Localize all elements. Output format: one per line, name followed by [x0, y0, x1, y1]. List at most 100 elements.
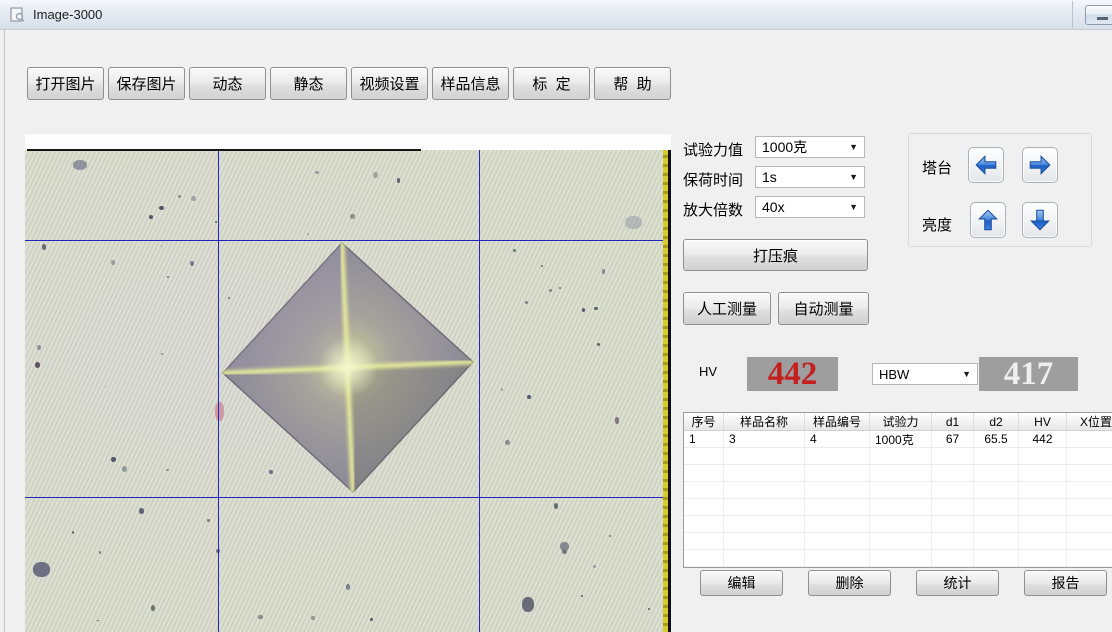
make-indent-button[interactable]: 打压痕	[683, 239, 868, 271]
table-cell	[1067, 431, 1112, 447]
arrow-right-icon	[1027, 152, 1053, 178]
toolbar-button-calibrate[interactable]: 标 定	[513, 67, 590, 100]
table-cell	[684, 448, 724, 464]
toolbar-button-sample-info[interactable]: 样品信息	[432, 67, 509, 100]
table-cell	[870, 550, 932, 566]
table-cell	[724, 516, 805, 532]
results-table[interactable]: 序号 样品名称 样品编号 试验力 d1 d2 HV X位置 1 3 4 1000…	[683, 412, 1112, 568]
crosshair-vertical-line-1	[218, 134, 219, 632]
magnification-label: 放大倍数	[683, 199, 743, 220]
hv-result-label: HV	[699, 364, 717, 379]
table-row[interactable]: 1 3 4 1000克 67 65.5 442	[684, 431, 1112, 448]
column-header: d1	[932, 413, 974, 430]
minimize-icon	[1097, 17, 1108, 20]
test-force-value: 1000克	[762, 137, 807, 157]
delete-button[interactable]: 删除	[808, 570, 891, 596]
table-cell	[805, 499, 870, 515]
table-cell	[684, 550, 724, 566]
chevron-down-icon: ▼	[849, 203, 858, 212]
camera-view[interactable]	[25, 134, 671, 632]
chevron-down-icon: ▼	[849, 143, 858, 152]
report-button[interactable]: 报告	[1024, 570, 1107, 596]
table-cell	[1019, 465, 1067, 481]
titlebar-separator	[1072, 1, 1073, 28]
table-cell: 3	[724, 431, 805, 447]
table-row-empty	[684, 465, 1112, 482]
turret-right-button[interactable]	[1022, 147, 1058, 183]
table-cell	[684, 465, 724, 481]
crosshair-vertical-line-2	[479, 134, 480, 632]
dwell-time-select[interactable]: 1s ▼	[755, 166, 865, 188]
minimize-button[interactable]	[1085, 5, 1112, 25]
table-cell	[974, 482, 1019, 498]
table-cell	[1067, 465, 1112, 481]
test-force-select[interactable]: 1000克 ▼	[755, 136, 865, 158]
stats-button[interactable]: 统计	[916, 570, 999, 596]
table-cell	[974, 465, 1019, 481]
table-cell	[974, 516, 1019, 532]
brightness-down-button[interactable]	[1022, 202, 1058, 238]
toolbar-button-help[interactable]: 帮 助	[594, 67, 671, 100]
converted-result-value: 417	[1004, 356, 1054, 393]
edit-button[interactable]: 编辑	[700, 570, 783, 596]
magnification-select[interactable]: 40x ▼	[755, 196, 865, 218]
image-top-line	[27, 149, 421, 151]
auto-measure-button[interactable]: 自动测量	[778, 292, 869, 325]
table-cell	[974, 448, 1019, 464]
table-cell	[684, 516, 724, 532]
edge-stripe-black	[668, 149, 671, 632]
table-cell	[724, 550, 805, 566]
table-cell	[1067, 448, 1112, 464]
table-row-empty	[684, 533, 1112, 550]
table-cell	[932, 533, 974, 549]
table-cell	[932, 499, 974, 515]
arrow-down-icon	[1027, 207, 1053, 233]
column-header: 序号	[684, 413, 724, 430]
table-cell: 442	[1019, 431, 1067, 447]
column-header: 试验力	[870, 413, 932, 430]
table-cell	[1019, 533, 1067, 549]
table-cell	[932, 448, 974, 464]
table-cell	[724, 465, 805, 481]
table-cell	[805, 465, 870, 481]
toolbar-button-dynamic[interactable]: 动态	[189, 67, 266, 100]
chevron-down-icon: ▼	[962, 370, 971, 379]
hardness-scale-value: HBW	[879, 367, 909, 382]
dwell-time-label: 保荷时间	[683, 169, 743, 190]
table-cell	[1067, 482, 1112, 498]
table-cell	[932, 550, 974, 566]
table-cell	[1019, 482, 1067, 498]
manual-measure-button[interactable]: 人工测量	[683, 292, 771, 325]
toolbar-button-static[interactable]: 静态	[270, 67, 347, 100]
table-cell	[870, 499, 932, 515]
table-cell	[932, 465, 974, 481]
hv-result-box: 442	[747, 357, 838, 391]
turret-left-button[interactable]	[968, 147, 1004, 183]
table-row-empty	[684, 448, 1112, 465]
table-cell	[724, 482, 805, 498]
magnification-value: 40x	[762, 199, 785, 215]
table-cell	[1067, 533, 1112, 549]
title-bar: Image-3000	[0, 0, 1112, 30]
table-cell	[974, 550, 1019, 566]
table-cell	[724, 533, 805, 549]
table-header-row: 序号 样品名称 样品编号 试验力 d1 d2 HV X位置	[684, 413, 1112, 431]
table-cell	[805, 448, 870, 464]
table-cell	[724, 499, 805, 515]
toolbar-button-video-settings[interactable]: 视频设置	[351, 67, 428, 100]
converted-result-box: 417	[979, 357, 1078, 391]
table-cell	[805, 533, 870, 549]
hardness-scale-select[interactable]: HBW ▼	[872, 363, 978, 385]
window-title: Image-3000	[33, 7, 102, 22]
column-header: HV	[1019, 413, 1067, 430]
arrow-up-icon	[975, 207, 1001, 233]
table-cell	[870, 465, 932, 481]
toolbar-button-open-image[interactable]: 打开图片	[27, 67, 104, 100]
toolbar-button-save-image[interactable]: 保存图片	[108, 67, 185, 100]
dwell-time-value: 1s	[762, 169, 777, 185]
table-cell	[1067, 499, 1112, 515]
hv-result-value: 442	[768, 356, 818, 393]
brightness-up-button[interactable]	[970, 202, 1006, 238]
table-cell	[932, 516, 974, 532]
table-row-empty	[684, 516, 1112, 533]
